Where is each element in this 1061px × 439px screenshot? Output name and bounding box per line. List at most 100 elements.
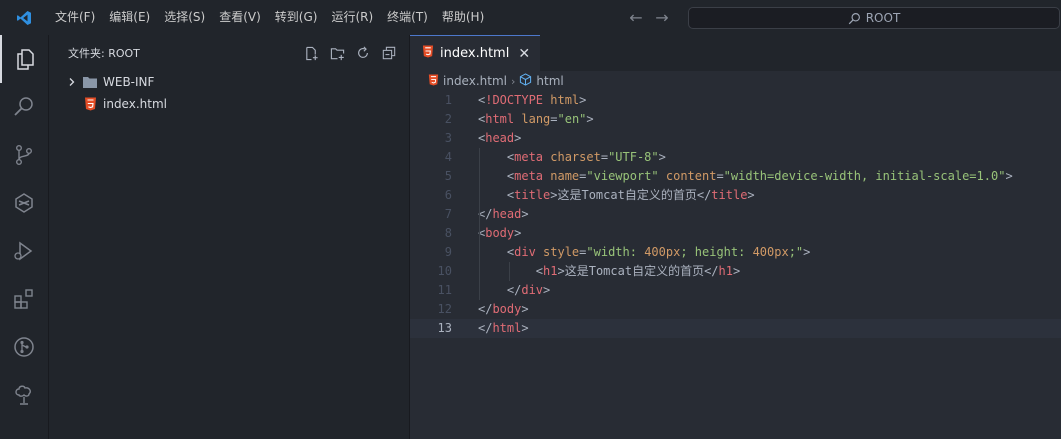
code-token: < xyxy=(478,150,515,164)
menu-item[interactable]: 转到(G) xyxy=(268,0,325,35)
new-folder-icon[interactable] xyxy=(329,45,345,61)
code-token: style xyxy=(535,245,580,259)
run-debug-icon[interactable] xyxy=(0,227,48,275)
code-token: < xyxy=(478,245,515,259)
html5-icon xyxy=(422,45,434,62)
code-token: > xyxy=(521,321,529,335)
line-number: 11 xyxy=(437,283,452,297)
code-token: > xyxy=(579,93,587,107)
code-token: title xyxy=(711,188,748,202)
line-number: 6 xyxy=(444,188,452,202)
remote-icon[interactable] xyxy=(0,371,48,419)
indent-guide xyxy=(479,224,480,300)
code-token: title xyxy=(514,188,551,202)
menu-item[interactable]: 编辑(E) xyxy=(102,0,157,35)
code-token: body xyxy=(485,226,515,240)
folder-icon xyxy=(81,76,99,89)
close-icon[interactable]: ✕ xyxy=(518,46,530,62)
code-text: </body> xyxy=(452,300,529,319)
code-token: "UTF-8" xyxy=(608,150,659,164)
code-token: content xyxy=(658,169,717,183)
source-control-icon[interactable] xyxy=(0,131,48,179)
menu-item[interactable]: 运行(R) xyxy=(324,0,380,35)
breadcrumb-file[interactable]: index.html xyxy=(443,74,507,88)
code-token: html xyxy=(543,93,580,107)
code-line[interactable]: 7 </head> xyxy=(410,205,1061,224)
git-graph-icon[interactable] xyxy=(0,323,48,371)
forward-arrow-icon[interactable]: → xyxy=(654,8,670,27)
command-center-search[interactable]: ROOT xyxy=(688,7,1060,29)
extensions-icon[interactable] xyxy=(0,275,48,323)
code-line[interactable]: 2 <html lang="en"> xyxy=(410,110,1061,129)
menu-item[interactable]: 文件(F) xyxy=(48,0,102,35)
tree-item-index-html[interactable]: index.html xyxy=(49,93,409,115)
tab-index-html[interactable]: index.html ✕ xyxy=(410,35,541,71)
title-bar: 文件(F) 编辑(E) 选择(S) 查看(V) 转到(G) 运行(R) 终端(T) 帮助(H)… xyxy=(0,0,1061,35)
editor-area: index.html ✕ index.html › html 1 <!DOCTYP… xyxy=(410,35,1061,439)
code-token: > xyxy=(514,131,522,145)
explorer-title: 文件夹: ROOT xyxy=(68,47,140,60)
tree-item-label: WEB-INF xyxy=(103,75,155,89)
code-token: < xyxy=(478,188,515,202)
code-line[interactable]: 8 <body> xyxy=(410,224,1061,243)
search-text: ROOT xyxy=(865,11,901,25)
code-token: meta xyxy=(514,150,544,164)
indent-guide xyxy=(509,262,510,281)
code-line[interactable]: 13 </html> xyxy=(410,319,1061,338)
line-number: 3 xyxy=(444,131,452,145)
navigation-arrows: ← → xyxy=(628,0,670,35)
code-line[interactable]: 3 <head> xyxy=(410,129,1061,148)
menu-item[interactable]: 选择(S) xyxy=(157,0,212,35)
code-line[interactable]: 9 <div style="width: 400px; height: 400p… xyxy=(410,243,1061,262)
code-token: "width: xyxy=(586,245,645,259)
code-line[interactable]: 4 <meta charset="UTF-8"> xyxy=(410,148,1061,167)
code-token: > xyxy=(543,283,551,297)
code-token: 400px xyxy=(752,245,789,259)
line-number: 13 xyxy=(437,321,452,335)
code-token: > xyxy=(521,207,529,221)
code-token: </ xyxy=(696,188,712,202)
code-token: 这是Tomcat自定义的首页 xyxy=(564,264,705,278)
code-line[interactable]: 6 <title>这是Tomcat自定义的首页</title> xyxy=(410,186,1061,205)
refresh-icon[interactable] xyxy=(355,45,371,61)
search-icon xyxy=(848,12,860,24)
code-token: div xyxy=(514,245,536,259)
code-token: ;" xyxy=(788,245,804,259)
tree-item-web-inf[interactable]: WEB-INF xyxy=(49,71,409,93)
code-token: </ xyxy=(478,283,522,297)
code-line[interactable]: 5 <meta name="viewport" content="width=d… xyxy=(410,167,1061,186)
code-token: < xyxy=(478,169,515,183)
code-line[interactable]: 11 </div> xyxy=(410,281,1061,300)
tab-bar: index.html ✕ xyxy=(410,35,1061,71)
explorer-header: 文件夹: ROOT xyxy=(49,35,409,71)
explorer-icon[interactable] xyxy=(0,35,48,83)
line-number: 4 xyxy=(444,150,452,164)
code-token: head xyxy=(485,131,515,145)
code-token: body xyxy=(492,302,522,316)
code-text: <head> xyxy=(452,129,521,148)
tab-label: index.html xyxy=(440,46,510,61)
code-line[interactable]: 1 <!DOCTYPE html> xyxy=(410,91,1061,110)
back-arrow-icon[interactable]: ← xyxy=(628,8,644,27)
line-number: 12 xyxy=(437,302,452,316)
search-icon[interactable] xyxy=(0,83,48,131)
code-token: 这是Tomcat自定义的首页 xyxy=(557,188,697,202)
menu-item[interactable]: 查看(V) xyxy=(212,0,268,35)
menu-item[interactable]: 终端(T) xyxy=(380,0,435,35)
vscode-logo-icon xyxy=(0,0,48,35)
line-number: 8 xyxy=(444,226,452,240)
code-text: <meta charset="UTF-8"> xyxy=(452,148,666,167)
extensions-alt-icon[interactable] xyxy=(0,179,48,227)
code-token: > xyxy=(514,226,522,240)
code-text: <title>这是Tomcat自定义的首页</title> xyxy=(452,186,755,205)
breadcrumb-symbol[interactable]: html xyxy=(536,74,563,88)
collapse-all-icon[interactable] xyxy=(381,45,397,61)
line-number: 7 xyxy=(444,207,452,221)
code-editor[interactable]: 1 <!DOCTYPE html> 2 <html lang="en"> 3 <head>… xyxy=(410,91,1061,338)
menu-item[interactable]: 帮助(H) xyxy=(435,0,491,35)
code-token: "viewport" xyxy=(586,169,659,183)
code-line[interactable]: 12 </body> xyxy=(410,300,1061,319)
code-line[interactable]: 10 <h1>这是Tomcat自定义的首页</h1> xyxy=(410,262,1061,281)
new-file-icon[interactable] xyxy=(303,45,319,61)
code-token: > xyxy=(658,150,666,164)
